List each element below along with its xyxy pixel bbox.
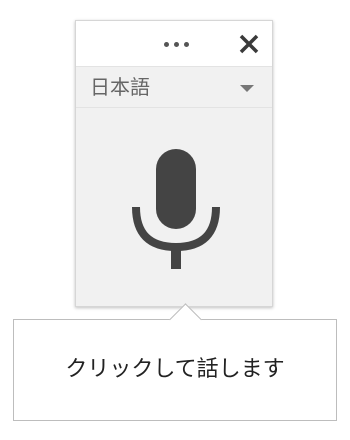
panel-header: [76, 21, 272, 66]
more-horizontal-icon-dot: [173, 41, 179, 47]
voice-panel: 日本語: [75, 20, 273, 307]
tooltip-pointer: [169, 303, 202, 336]
close-icon: [239, 34, 259, 54]
microphone-button[interactable]: [76, 109, 272, 305]
close-button[interactable]: [236, 31, 262, 57]
language-label: 日本語: [90, 75, 150, 99]
tooltip-text: クリックして話します: [65, 357, 285, 382]
microphone-icon: [132, 149, 220, 269]
voice-input-popup: 日本語 クリックして話します: [0, 0, 350, 440]
more-horizontal-icon-dot: [183, 41, 189, 47]
more-horizontal-icon-dot: [163, 41, 169, 47]
tooltip: クリックして話します: [13, 303, 337, 421]
dropdown-arrow-icon: [240, 85, 254, 92]
language-select[interactable]: 日本語: [76, 66, 272, 108]
more-options-button[interactable]: [158, 34, 194, 54]
